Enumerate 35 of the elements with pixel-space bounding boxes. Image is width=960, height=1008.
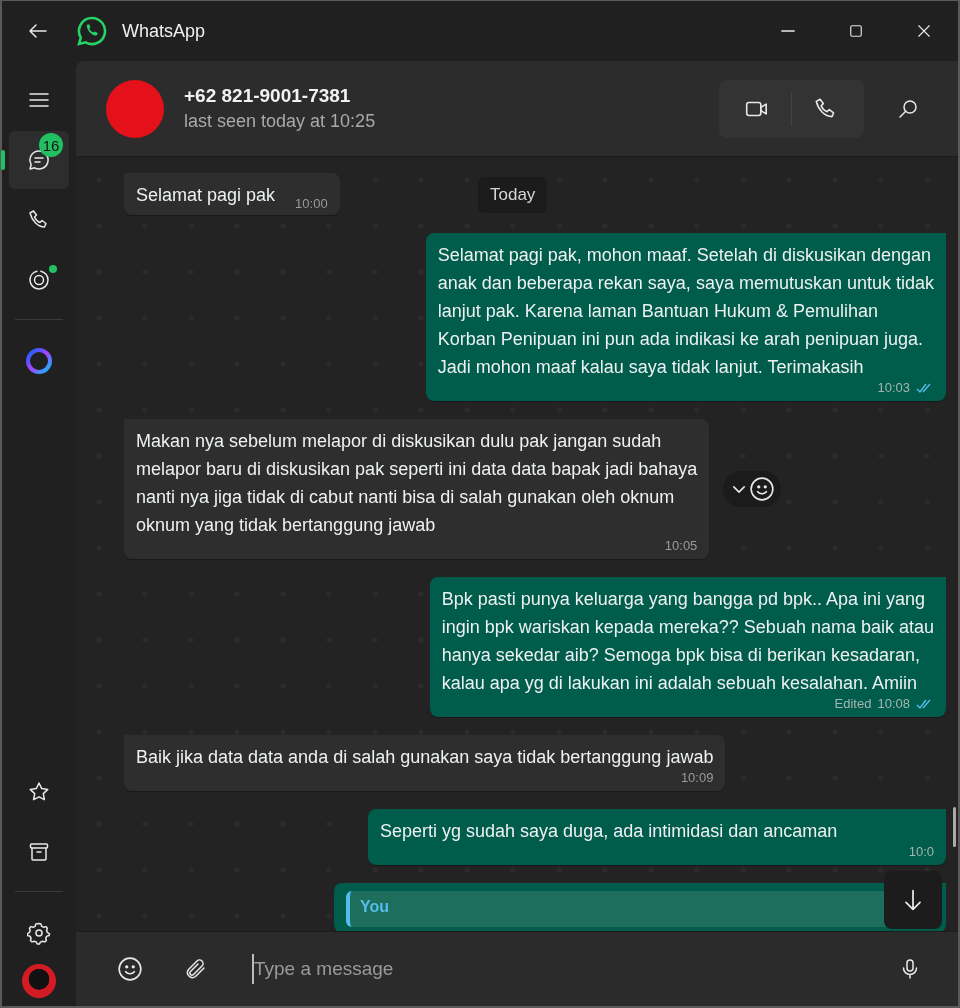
paperclip-icon — [184, 957, 208, 981]
message-time: 10:08 — [877, 697, 910, 711]
last-seen-status: last seen today at 10:25 — [184, 111, 376, 132]
archive-box-icon — [27, 840, 51, 864]
unread-count-badge: 16 — [39, 133, 63, 157]
message-text: Selamat pagi pak, mohon maaf. Setelah di diskusikan dengan anak dan beberapa rekan saya, saya memutuskan untuk tidak lanjut pak. Karena laman Bantuan Hukum & Pemulihan Korban Penipuan ini pun ada indikasi ke arah penipuan juga. Jadi mohon maaf kalau saya tidak lanjut. Terimakasih — [437, 244, 934, 379]
message-time: 10:00 — [295, 197, 328, 211]
message-text: Selamat pagi pak — [136, 184, 276, 207]
minimize-icon — [781, 30, 795, 32]
contact-avatar[interactable] — [106, 79, 164, 138]
smiley-icon — [749, 476, 776, 502]
message-time: 10:0 — [908, 845, 934, 859]
message-time: 10:09 — [680, 771, 714, 785]
close-icon — [915, 22, 933, 40]
ring-logo-icon — [24, 346, 54, 376]
quote-author: You — [360, 898, 390, 915]
profile-avatar[interactable] — [22, 964, 56, 998]
status-ring-icon — [27, 268, 51, 292]
edited-label: Edited — [834, 697, 872, 711]
message-text: Bpk pasti punya keluarga yang bangga pd bpk.. Apa ini yang ingin bpk wariskan kepada mereka?? Sebuah nama baik atau hanya sekedar aib? Semoga bpk bisa di berikan kesadaran, kalau apa yg di lakukan ini adalah sebuah kesalahan. Amiin — [441, 588, 934, 695]
message-text: Baik jika data data anda di salah gunakan saya tidak bertanggung jawab — [136, 746, 714, 769]
message-text: Makan nya sebelum melapor di diskusikan dulu pak jangan sudah melapor baru di diskusikan pak seperti ini data data bapak jadi bahaya nanti nya jiga tidak di cabut nanti bisa di salah gunakan oleh oknum oknum yang tidak bertanggung jawab — [136, 430, 698, 537]
message-text: Seperti yg sudah saya duga, ada intimidasi dan ancaman — [380, 820, 839, 843]
chat-logo-icon — [76, 15, 108, 47]
contact-name: +62 821-9001-7381 — [184, 85, 352, 107]
settings-icon — [27, 921, 51, 945]
message-time: 10:03 — [877, 381, 910, 395]
chevron-down-icon — [733, 485, 746, 493]
window-title: WhatsApp — [122, 20, 206, 42]
maximize-icon — [847, 22, 865, 40]
scroll-down-button[interactable] — [884, 871, 942, 929]
message-time: 10:05 — [664, 539, 698, 553]
message-actions-pill[interactable] — [723, 471, 782, 507]
date-chip: Today — [478, 177, 548, 213]
smiley-icon — [117, 956, 143, 982]
